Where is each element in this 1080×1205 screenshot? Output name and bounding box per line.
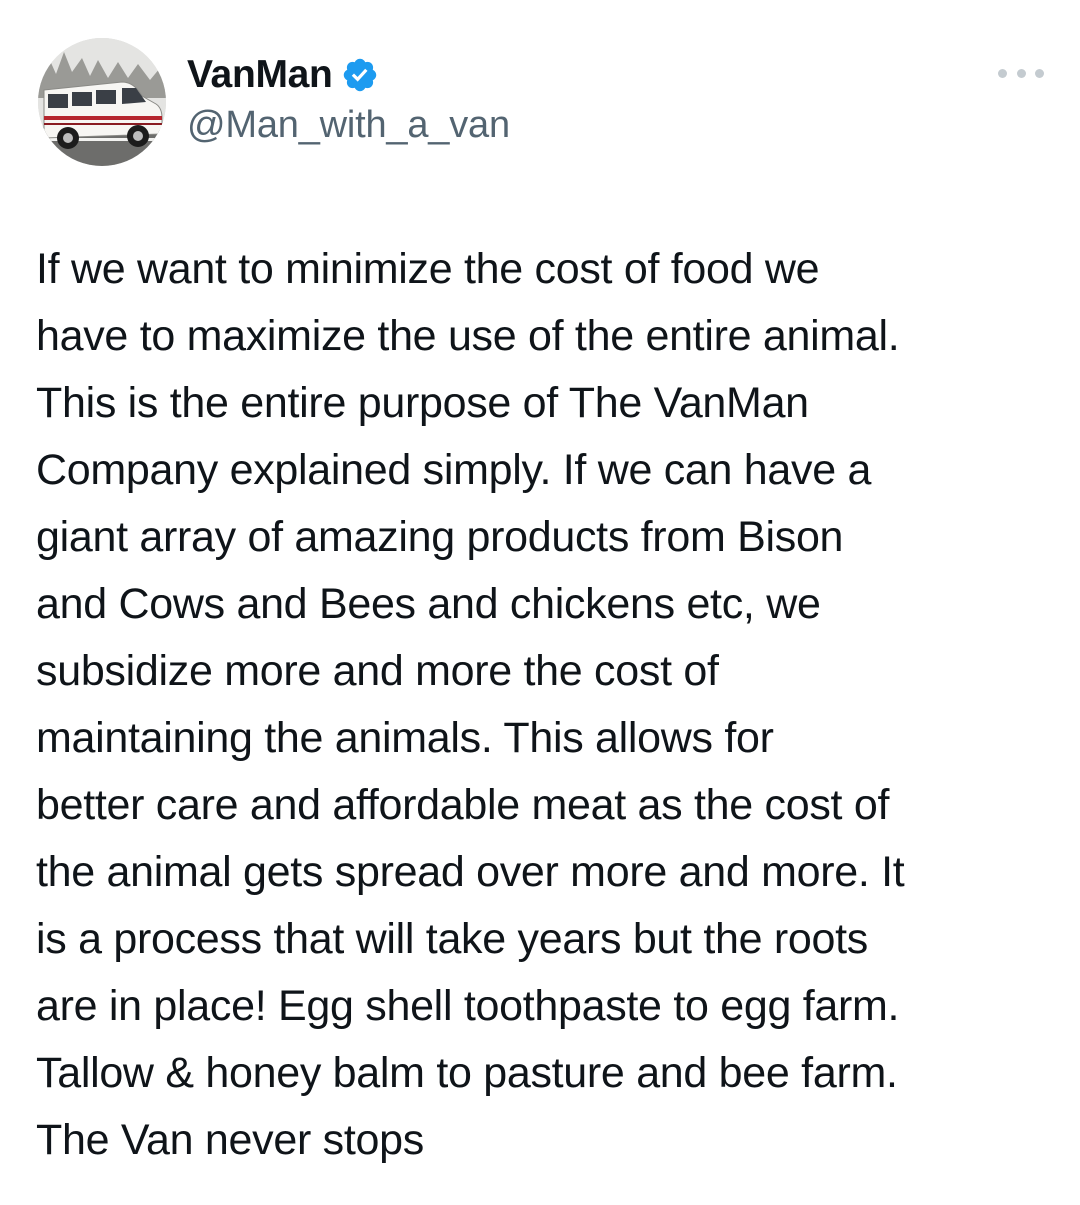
tweet-text-line: This is the entire purpose of The VanMan [36,379,809,427]
tweet-text-line: Tallow & honey balm to pasture and bee f… [36,1049,898,1097]
tweet-text: If we want to minimize the cost of food … [36,236,1066,1174]
dot-icon [998,68,1007,78]
tweet-text-line: subsidize more and more the cost of [36,647,719,695]
tweet-text-line: are in place! Egg shell toothpaste to eg… [36,982,900,1030]
tweet-text-line: If we want to minimize the cost of food … [36,245,820,293]
tweet-text-line: maintaining the animals. This allows for [36,714,774,762]
tweet-text-line: and Cows and Bees and chickens etc, we [36,580,821,628]
author-display-name[interactable]: VanMan [187,53,333,97]
verified-badge-icon[interactable] [341,56,379,94]
author-handle[interactable]: @Man_with_a_van [187,104,510,147]
avatar[interactable] [38,38,166,166]
tweet-text-line: the animal gets spread over more and mor… [36,848,905,896]
tweet-text-line: is a process that will take years but th… [36,915,868,963]
author-name-row: VanMan [187,50,379,100]
dot-icon [1016,68,1026,78]
more-options-icon[interactable] [998,58,1044,88]
tweet-text-line: giant array of amazing products from Bis… [36,513,844,561]
van-photo-icon [38,38,166,166]
tweet-text-line: have to maximize the use of the entire a… [36,312,900,360]
tweet-text-line: Company explained simply. If we can have… [36,446,872,494]
dot-icon [1035,68,1044,78]
tweet-card: VanMan @Man_with_a_van If we want to min… [0,0,1080,1205]
tweet-text-line: The Van never stops [36,1116,424,1164]
tweet-text-line: better care and affordable meat as the c… [36,781,890,829]
